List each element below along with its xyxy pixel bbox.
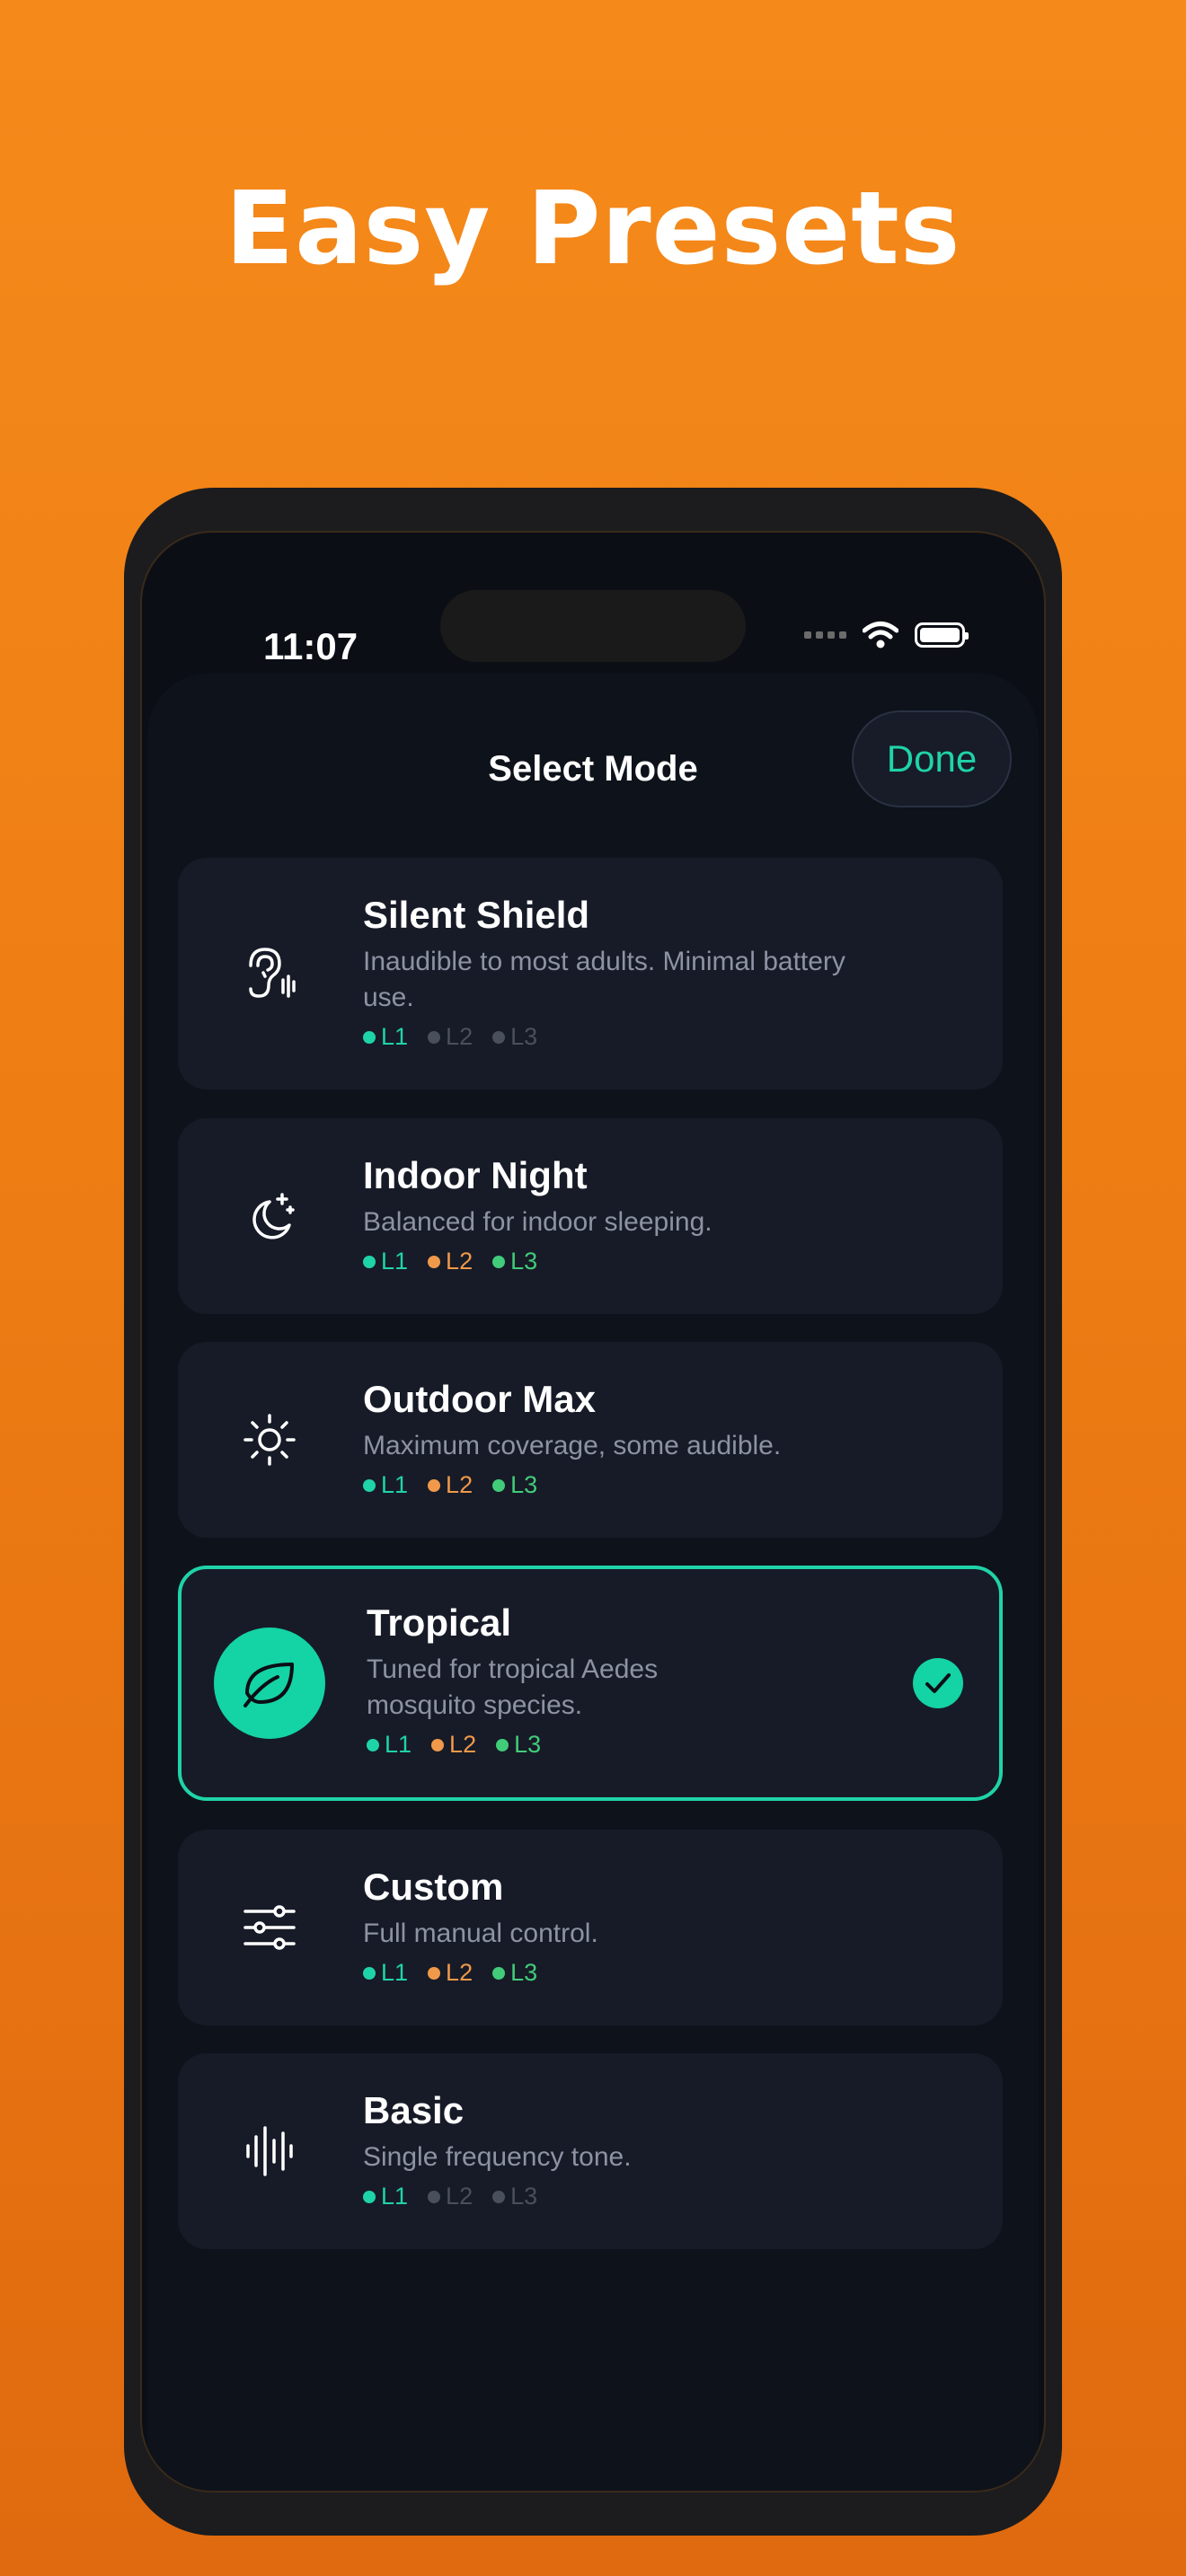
battery-icon [915, 622, 969, 648]
mode-sheet: Select Mode Done Silent Shield Inaudible… [147, 673, 1039, 2491]
level-l1: L1 [363, 1248, 408, 1275]
phone-screen: 11:07 Select Mode Done Silent Shield Ina… [142, 533, 1044, 2491]
level-indicators: L1 L2 L3 [363, 2183, 537, 2210]
level-l1: L1 [363, 1471, 408, 1499]
mode-card-outdoor-max[interactable]: Outdoor Max Maximum coverage, some audib… [178, 1342, 1003, 1538]
level-l1: L1 [363, 1023, 408, 1051]
mode-description: Inaudible to most adults. Minimal batter… [363, 947, 845, 1012]
status-icons [804, 621, 969, 649]
mode-card-basic[interactable]: Basic Single frequency tone. L1 L2 L3 [178, 2053, 1003, 2249]
level-l3: L3 [492, 1248, 537, 1275]
mode-description: Maximum coverage, some audible. [363, 1431, 782, 1460]
mode-card-tropical[interactable]: Tropical Tuned for tropical Aedes mosqui… [178, 1566, 1003, 1801]
status-time: 11:07 [263, 625, 358, 667]
mode-description: Single frequency tone. [363, 2142, 632, 2172]
selected-checkmark-icon [913, 1658, 963, 1708]
sliders-icon [214, 1872, 325, 1983]
level-l3: L3 [492, 1023, 537, 1051]
level-indicators: L1 L2 L3 [363, 1248, 537, 1275]
cellular-signal-icon [804, 631, 846, 639]
mode-title: Silent Shield [363, 894, 590, 936]
level-l2: L2 [428, 1023, 473, 1051]
waveform-icon [214, 2095, 325, 2207]
wifi-icon [863, 622, 898, 648]
sun-icon [214, 1384, 325, 1495]
level-l1: L1 [363, 2183, 408, 2210]
level-indicators: L1 L2 L3 [363, 1471, 537, 1499]
mode-title: Outdoor Max [363, 1378, 596, 1420]
mode-card-silent-shield[interactable]: Silent Shield Inaudible to most adults. … [178, 858, 1003, 1090]
leaf-icon [214, 1628, 325, 1739]
level-l2: L2 [428, 1471, 473, 1499]
mode-title: Tropical [367, 1601, 512, 1644]
mode-title: Custom [363, 1866, 504, 1908]
level-l3: L3 [492, 1959, 537, 1987]
level-indicators: L1 L2 L3 [363, 1959, 537, 1987]
mode-title: Indoor Night [363, 1154, 588, 1196]
mode-card-indoor-night[interactable]: Indoor Night Balanced for indoor sleepin… [178, 1118, 1003, 1314]
level-l3: L3 [492, 1471, 537, 1499]
mode-title: Basic [363, 2089, 465, 2131]
level-l2: L2 [428, 1959, 473, 1987]
level-l3: L3 [492, 2183, 537, 2210]
headline: Easy Presets [225, 171, 961, 287]
level-l2: L2 [428, 2183, 473, 2210]
done-button[interactable]: Done [852, 710, 1012, 807]
level-l1: L1 [367, 1731, 412, 1759]
dynamic-island [440, 590, 746, 662]
level-l2: L2 [428, 1248, 473, 1275]
mode-card-custom[interactable]: Custom Full manual control. L1 L2 L3 [178, 1830, 1003, 2025]
level-indicators: L1 L2 L3 [367, 1731, 541, 1759]
mode-description: Tuned for tropical Aedes mosquito specie… [367, 1654, 659, 1720]
ear-icon [214, 918, 325, 1029]
mode-description: Full manual control. [363, 1919, 598, 1948]
level-l1: L1 [363, 1959, 408, 1987]
mode-description: Balanced for indoor sleeping. [363, 1207, 712, 1237]
level-indicators: L1 L2 L3 [363, 1023, 537, 1051]
level-l2: L2 [431, 1731, 476, 1759]
moon-stars-icon [214, 1160, 325, 1272]
phone-frame: 11:07 Select Mode Done Silent Shield Ina… [124, 488, 1062, 2536]
level-l3: L3 [496, 1731, 541, 1759]
